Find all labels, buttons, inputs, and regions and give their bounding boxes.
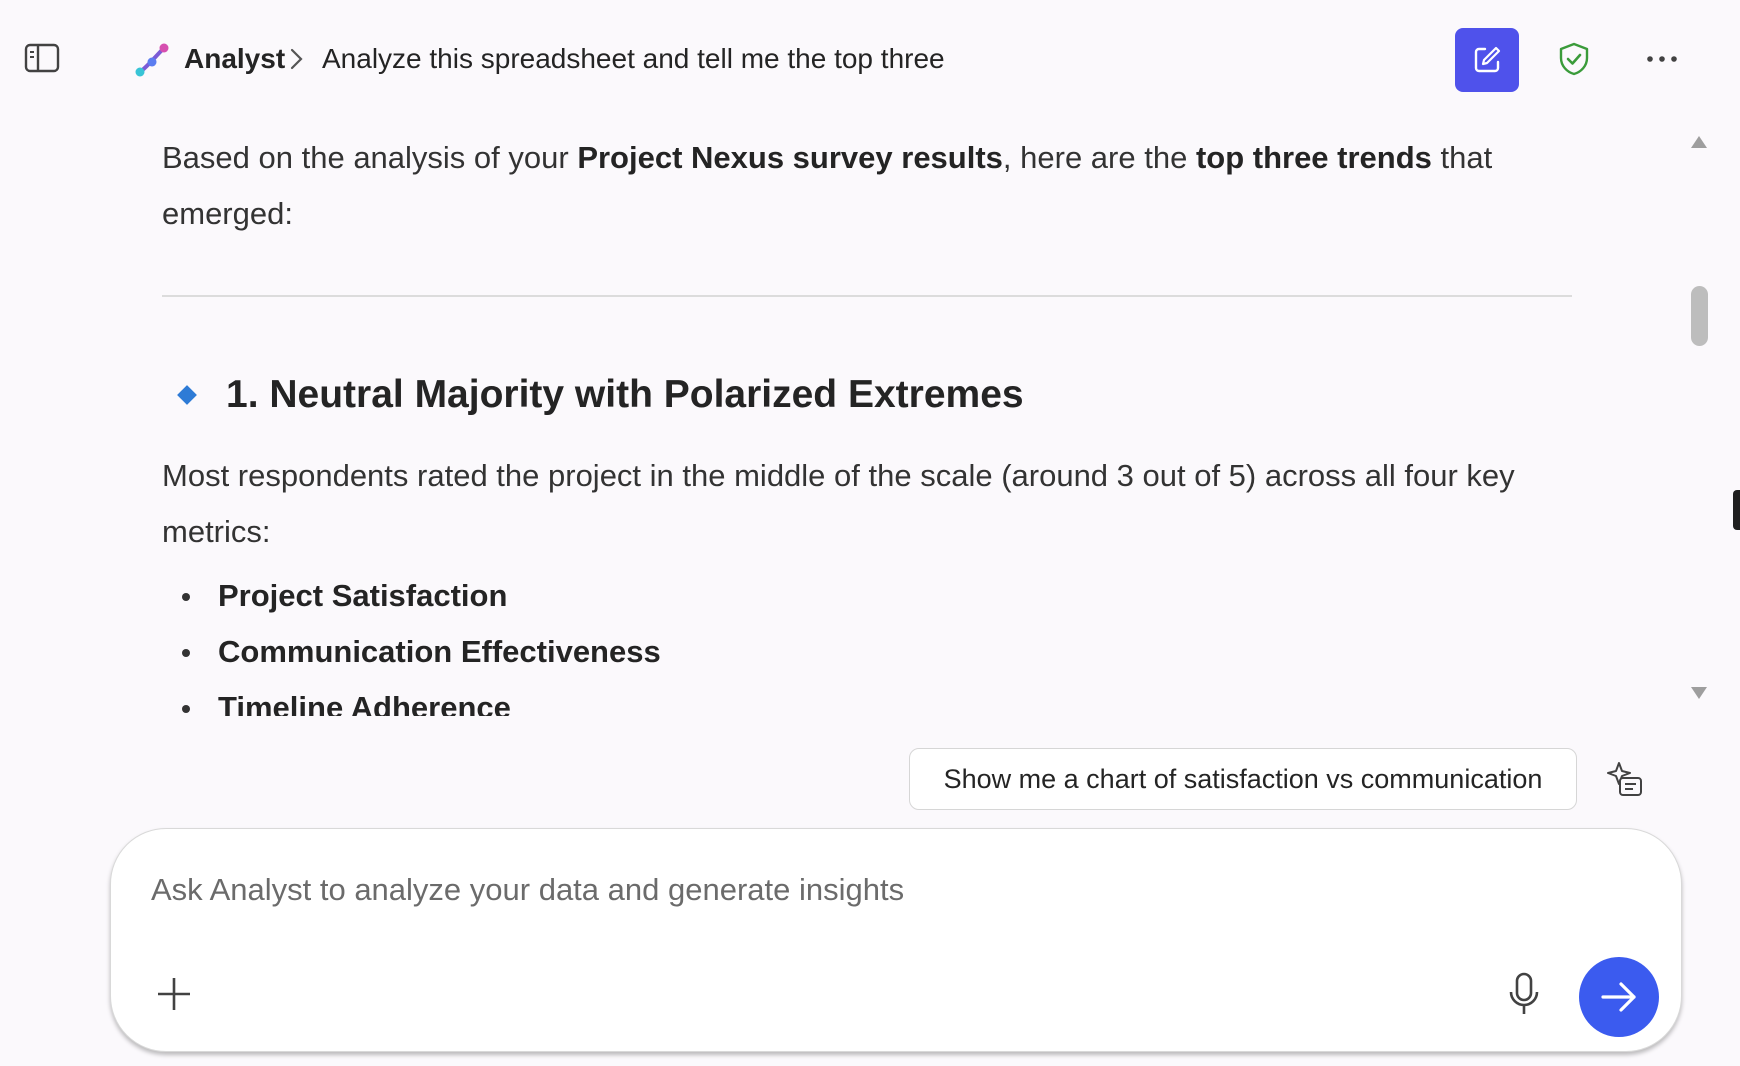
bullet-dot-icon [182, 705, 190, 713]
message-input[interactable] [151, 865, 1451, 915]
analyst-logo-icon [134, 42, 170, 78]
intro-text-2: , here are the [1002, 140, 1196, 175]
scrollbar-thumb[interactable] [1691, 286, 1708, 346]
send-button[interactable] [1579, 957, 1659, 1037]
more-options-icon[interactable] [1645, 44, 1679, 74]
list-item-label: Project Satisfaction [218, 578, 508, 613]
intro-paragraph: Based on the analysis of your Project Ne… [162, 130, 1582, 242]
sidebar-toggle-icon[interactable] [24, 42, 60, 74]
compose-icon [1474, 46, 1501, 73]
section-heading: 1. Neutral Majority with Polarized Extre… [226, 373, 1024, 416]
intro-text-1: Based on the analysis of your [162, 140, 578, 175]
breadcrumb-app-name[interactable]: Analyst [184, 41, 285, 77]
message-composer [110, 828, 1682, 1052]
scroll-down-arrow-icon[interactable] [1690, 686, 1708, 700]
chevron-right-icon [287, 46, 307, 72]
bullet-dot-icon [182, 593, 190, 601]
scroll-up-arrow-icon[interactable] [1690, 135, 1708, 149]
list-item-label: Timeline Adherence [218, 690, 511, 716]
suggestions-sparkle-icon[interactable] [1606, 760, 1644, 798]
divider [162, 295, 1572, 297]
new-chat-button[interactable] [1455, 28, 1519, 92]
suggestion-chip[interactable]: Show me a chart of satisfaction vs commu… [909, 748, 1577, 810]
bullet-dot-icon [182, 649, 190, 657]
body-paragraph: Most respondents rated the project in th… [162, 458, 1515, 549]
pane-resize-handle[interactable] [1733, 490, 1740, 530]
list-item-label: Communication Effectiveness [218, 634, 661, 669]
diamond-bullet-icon [177, 385, 197, 405]
message-content: Based on the analysis of your Project Ne… [0, 118, 1680, 716]
top-bar: Analyst Analyze this spreadsheet and tel… [0, 0, 1740, 118]
microphone-icon[interactable] [1507, 972, 1541, 1016]
breadcrumb-conversation-title: Analyze this spreadsheet and tell me the… [322, 43, 945, 74]
arrow-right-icon [1601, 982, 1636, 1012]
add-attachment-icon[interactable] [155, 975, 193, 1013]
intro-bold-trends: top three trends [1195, 140, 1432, 175]
shield-check-icon[interactable] [1558, 42, 1590, 76]
intro-bold-project: Project Nexus survey results [577, 140, 1003, 175]
